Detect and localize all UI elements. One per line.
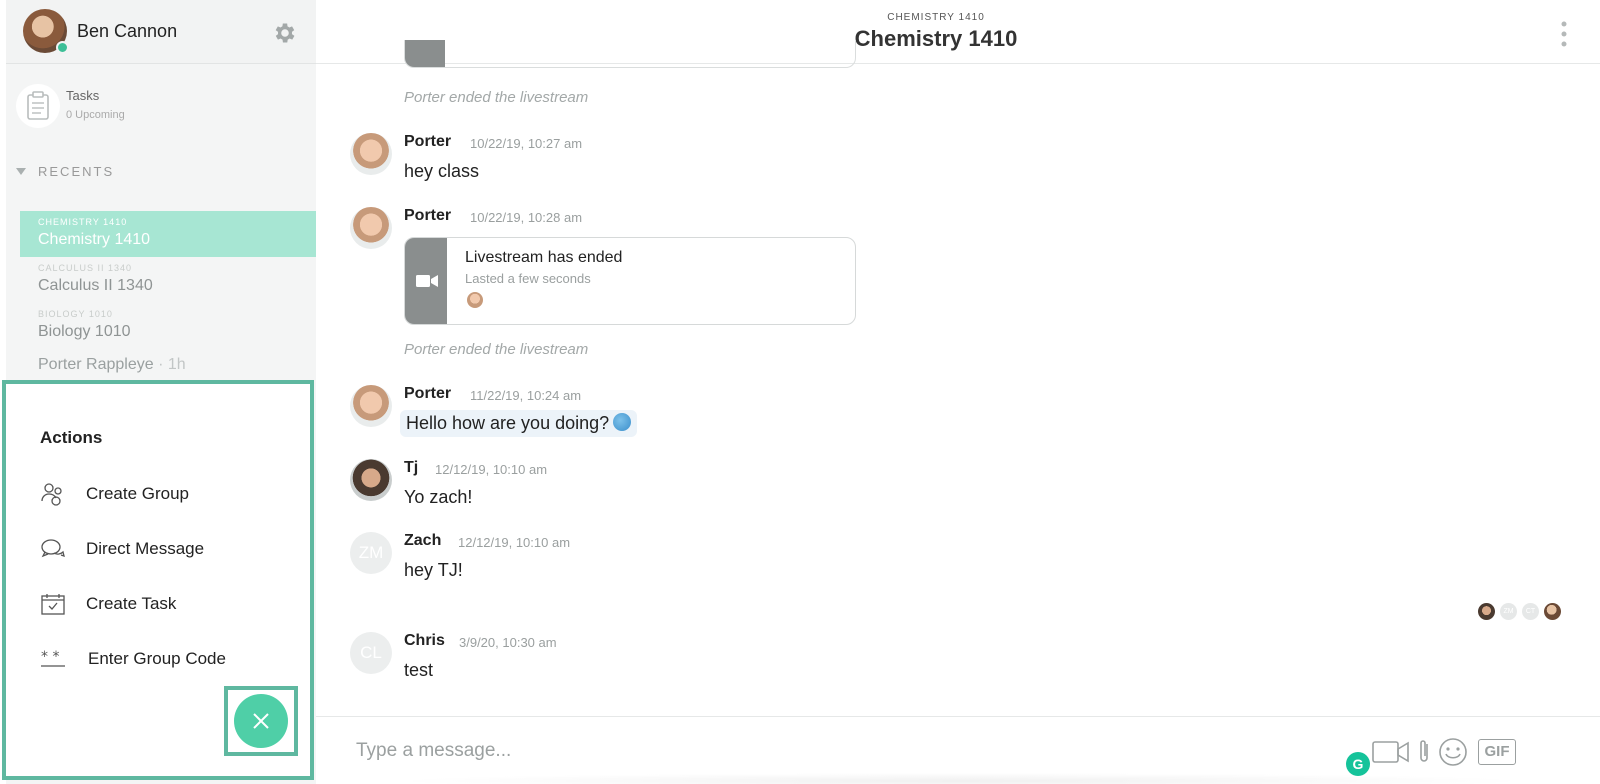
close-actions-button[interactable] <box>234 694 288 748</box>
message-text: Yo zach! <box>404 487 473 507</box>
message-author[interactable]: Tj <box>404 459 418 477</box>
message-timestamp: 10/22/19, 10:27 am <box>470 136 583 151</box>
message-text: Hello how are you doing? <box>406 413 610 433</box>
livestream-card-strip <box>405 40 445 67</box>
avatar[interactable] <box>350 459 392 501</box>
direct-message-action[interactable]: Direct Message <box>40 534 300 564</box>
avatar[interactable] <box>350 133 392 175</box>
message-timestamp: 3/9/20, 10:30 am <box>459 635 557 650</box>
chat-bubbles-icon <box>41 539 65 558</box>
avatar[interactable]: CL <box>350 632 392 674</box>
action-label: Create Task <box>86 594 177 613</box>
app-window: Ben Cannon Tasks 0 Upcoming RECENTS CHEM <box>0 0 1600 784</box>
actions-panel: Actions Create Group Direct Message Crea… <box>2 380 314 780</box>
group-icon <box>41 483 62 506</box>
livestream-card-strip <box>405 238 447 324</box>
recent-item-tag: CALCULUS II 1340 <box>38 263 133 273</box>
avatar[interactable]: ZM <box>350 532 392 574</box>
dm-time: · 1h <box>158 356 186 373</box>
gear-icon[interactable] <box>272 20 298 46</box>
svg-text:* *: * * <box>41 649 59 665</box>
recent-item-name: Calculus II 1340 <box>38 277 153 294</box>
close-icon <box>253 713 269 729</box>
tasks-entry[interactable]: Tasks 0 Upcoming <box>16 84 306 132</box>
reader-avatar <box>1544 603 1561 620</box>
message-text-highlighted: Hello how are you doing? <box>400 410 638 437</box>
recent-item-name: Chemistry 1410 <box>38 231 151 248</box>
recent-item-dm-porter[interactable]: Porter Rappleye · 1h <box>38 356 186 374</box>
video-call-icon[interactable] <box>1372 737 1410 767</box>
avatar[interactable] <box>350 207 392 249</box>
message-text: hey TJ! <box>404 560 463 580</box>
enter-group-code-action[interactable]: * * Enter Group Code <box>40 644 300 674</box>
close-actions-frame <box>224 686 298 756</box>
message-timestamp: 12/12/19, 10:10 am <box>458 535 571 550</box>
recents-heading: RECENTS <box>38 164 115 179</box>
create-task-action[interactable]: Create Task <box>40 589 300 619</box>
calendar-check-icon <box>41 594 65 615</box>
globe-icon[interactable] <box>613 413 632 431</box>
avatar[interactable] <box>350 385 392 427</box>
paperclip-icon[interactable] <box>1416 737 1432 767</box>
online-status-indicator <box>56 41 69 54</box>
message-timestamp: 11/22/19, 10:24 am <box>470 388 582 403</box>
tasks-title: Tasks <box>66 88 100 103</box>
message-author[interactable]: Chris <box>404 632 445 650</box>
message-timestamp: 10/22/19, 10:28 am <box>470 210 583 225</box>
chat-header-tag: CHEMISTRY 1410 <box>887 12 985 23</box>
system-message: Porter ended the livestream <box>404 341 589 358</box>
message-composer: G GIF <box>316 716 1600 784</box>
livestream-card-partial <box>404 40 856 68</box>
chat-main: CHEMISTRY 1410 Chemistry 1410 Porter end… <box>316 0 1600 784</box>
video-camera-icon <box>416 275 438 287</box>
grammarly-icon[interactable]: G <box>1346 752 1370 776</box>
recent-item-calculus[interactable]: CALCULUS II 1340 Calculus II 1340 <box>20 257 316 303</box>
dm-name: Porter Rappleye <box>38 356 154 373</box>
more-options-icon[interactable] <box>1560 20 1568 48</box>
profile-header: Ben Cannon <box>6 0 316 64</box>
system-message: Porter ended the livestream <box>404 89 589 106</box>
message-author[interactable]: Zach <box>404 532 441 550</box>
recent-item-biology[interactable]: BIOLOGY 1010 Biology 1010 <box>20 303 316 349</box>
message-text: test <box>404 660 434 680</box>
livestream-card-duration: Lasted a few seconds <box>465 271 591 286</box>
recent-item-tag: BIOLOGY 1010 <box>38 309 113 319</box>
clipboard-icon <box>27 91 49 120</box>
message-author[interactable]: Porter <box>404 207 451 225</box>
create-group-action[interactable]: Create Group <box>40 479 300 509</box>
action-label: Create Group <box>86 484 189 503</box>
gif-button[interactable]: GIF <box>1478 739 1516 765</box>
message-input[interactable] <box>356 735 1256 767</box>
livestream-card-title: Livestream has ended <box>465 249 623 266</box>
reader-avatar: ZM <box>1500 603 1517 620</box>
caret-down-icon[interactable] <box>16 168 26 175</box>
emoji-icon[interactable] <box>1438 737 1468 767</box>
message-author[interactable]: Porter <box>404 133 451 151</box>
message-text: hey class <box>404 161 480 181</box>
profile-name: Ben Cannon <box>77 21 178 41</box>
asterisks-icon: * * <box>41 649 65 667</box>
recent-item-name: Biology 1010 <box>38 323 131 340</box>
actions-title: Actions <box>40 428 103 447</box>
message-author[interactable]: Porter <box>404 385 451 403</box>
reader-avatar: CT <box>1522 603 1539 620</box>
tasks-upcoming-count: 0 Upcoming <box>66 109 125 121</box>
message-timestamp: 12/12/19, 10:10 am <box>435 462 548 477</box>
recent-item-tag: CHEMISTRY 1410 <box>38 217 128 227</box>
participant-avatar <box>467 292 483 308</box>
reader-avatar <box>1478 603 1495 620</box>
livestream-card[interactable]: Livestream has ended Lasted a few second… <box>404 237 856 325</box>
sidebar: Ben Cannon Tasks 0 Upcoming RECENTS CHEM <box>0 0 316 784</box>
action-label: Direct Message <box>86 539 205 558</box>
tasks-badge <box>16 84 60 128</box>
recent-item-chemistry[interactable]: CHEMISTRY 1410 Chemistry 1410 <box>20 211 316 257</box>
action-label: Enter Group Code <box>88 649 226 668</box>
